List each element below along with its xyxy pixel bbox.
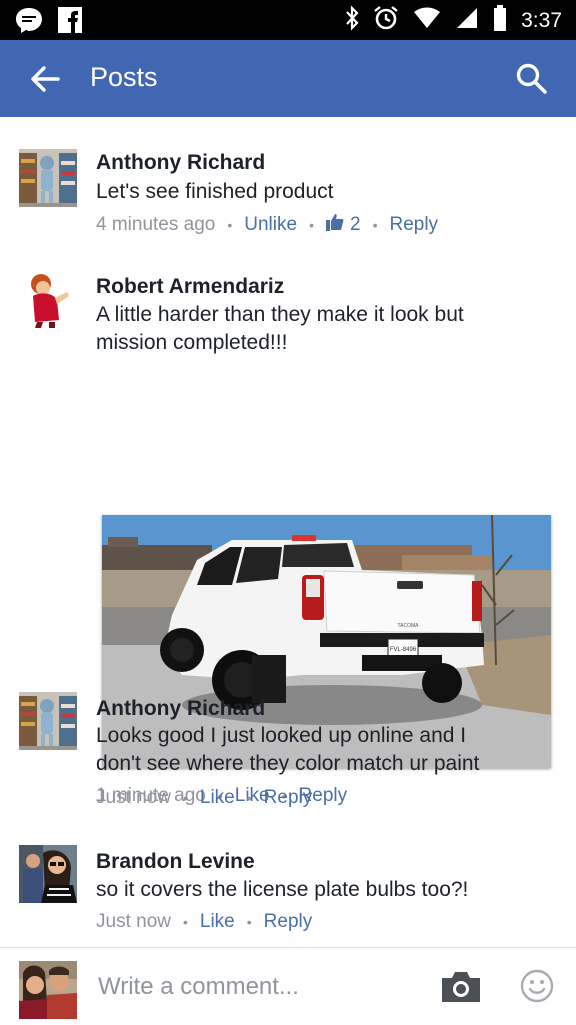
signal-icon bbox=[455, 6, 479, 36]
comment-time[interactable]: Just now bbox=[96, 787, 171, 809]
separator-dot: • bbox=[246, 790, 252, 806]
comment-meta: Just now • Like • Reply bbox=[96, 787, 312, 809]
alarm-icon bbox=[373, 5, 399, 37]
comment-time[interactable]: Just now bbox=[96, 911, 171, 933]
license-plate-text: FVL-8496 bbox=[390, 647, 417, 653]
comment-author[interactable]: Brandon Levine bbox=[96, 850, 255, 874]
like-button[interactable]: Like bbox=[200, 911, 235, 933]
comment-author[interactable]: Anthony Richard bbox=[96, 151, 265, 175]
emoji-icon[interactable] bbox=[520, 969, 554, 1003]
comment-text: Looks good I just looked up online and I… bbox=[96, 724, 480, 775]
reply-button[interactable]: Reply bbox=[389, 214, 438, 236]
reply-button[interactable]: Reply bbox=[264, 911, 313, 933]
comments-feed: Anthony Richard Let's see finished produ… bbox=[0, 117, 576, 947]
avatar[interactable] bbox=[19, 692, 77, 750]
comment-text: so it covers the license plate bulbs too… bbox=[96, 878, 469, 901]
avatar[interactable] bbox=[19, 845, 77, 903]
comment-time[interactable]: 4 minutes ago bbox=[96, 214, 215, 236]
app-bar: Posts bbox=[0, 40, 576, 117]
status-bar: 3:37 bbox=[0, 0, 576, 40]
clock-time: 3:37 bbox=[521, 9, 562, 32]
comment-meta: Just now • Like • Reply bbox=[96, 911, 312, 933]
separator-dot: • bbox=[182, 790, 188, 806]
comment-author[interactable]: Anthony Richard bbox=[96, 697, 265, 721]
comment-author[interactable]: Robert Armendariz bbox=[96, 275, 284, 299]
like-thumb-icon bbox=[325, 213, 344, 237]
messenger-icon bbox=[14, 6, 44, 39]
search-icon[interactable] bbox=[514, 61, 548, 95]
comment-meta: 4 minutes ago • Unlike • 2 • Reply bbox=[96, 213, 438, 237]
tailgate-badge-text: TACOMA bbox=[397, 623, 419, 629]
comment-composer bbox=[0, 947, 576, 1025]
reply-button[interactable]: Reply bbox=[264, 787, 313, 809]
comment-input[interactable] bbox=[96, 968, 420, 1006]
comment-text: A little harder than they make it look b… bbox=[96, 303, 464, 354]
like-button[interactable]: Like bbox=[200, 787, 235, 809]
separator-dot: • bbox=[246, 914, 252, 930]
unlike-button[interactable]: Unlike bbox=[244, 214, 297, 236]
comment-text: Let's see finished product bbox=[96, 180, 334, 203]
wifi-icon bbox=[413, 7, 441, 35]
bluetooth-icon bbox=[345, 5, 359, 37]
battery-icon bbox=[493, 5, 507, 37]
avatar[interactable] bbox=[19, 149, 77, 207]
avatar[interactable] bbox=[19, 270, 77, 328]
camera-icon[interactable] bbox=[440, 970, 482, 1004]
my-avatar bbox=[19, 961, 77, 1019]
separator-dot: • bbox=[227, 217, 233, 233]
separator-dot: • bbox=[372, 217, 378, 233]
separator-dot: • bbox=[182, 914, 188, 930]
separator-dot: • bbox=[309, 217, 314, 233]
page-title: Posts bbox=[90, 62, 158, 92]
like-count[interactable]: 2 bbox=[325, 213, 361, 237]
back-arrow-icon[interactable] bbox=[28, 62, 62, 96]
facebook-icon bbox=[58, 7, 82, 38]
